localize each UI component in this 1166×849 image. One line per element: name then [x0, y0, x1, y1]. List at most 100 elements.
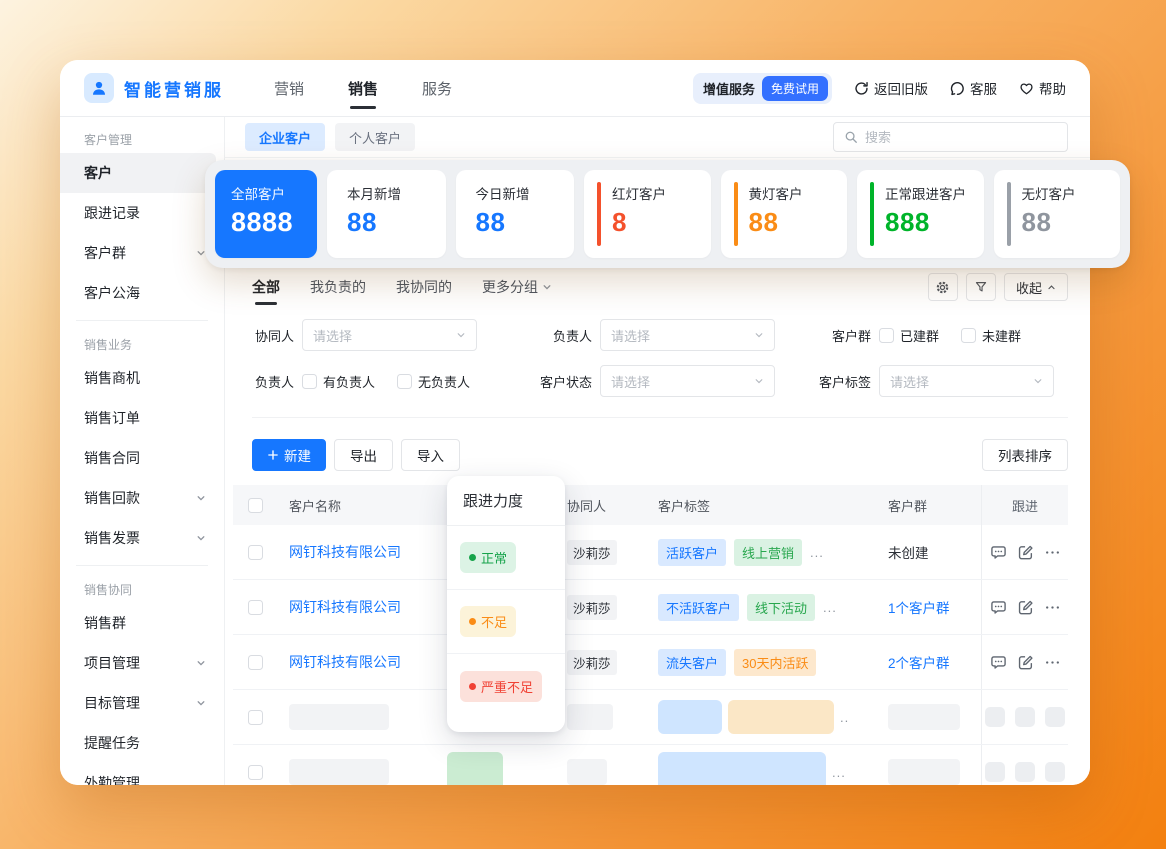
sidebar-item-sales-orders[interactable]: 销售订单: [60, 398, 224, 438]
more-tags-ellipsis: ...: [810, 545, 824, 560]
checkbox[interactable]: [879, 328, 894, 343]
customer-tag: 30天内活跃: [734, 649, 816, 676]
sidebar-item-customers[interactable]: 客户: [60, 153, 216, 193]
customer-tag-select[interactable]: 请选择: [879, 365, 1054, 397]
customer-group-link[interactable]: 1个客户群: [888, 601, 950, 616]
edit-icon[interactable]: [1017, 654, 1034, 671]
sidebar-item-sales-contracts[interactable]: 销售合同: [60, 438, 224, 478]
popup-option-severely-insufficient[interactable]: 严重不足: [447, 654, 565, 718]
collapse-button[interactable]: 收起: [1004, 273, 1068, 301]
more-actions-icon[interactable]: [1044, 654, 1061, 671]
skeleton-block: [888, 759, 960, 785]
back-to-old-version-button[interactable]: 返回旧版: [854, 78, 928, 98]
row-checkbox[interactable]: [248, 600, 263, 615]
person-icon: [90, 79, 108, 97]
settings-button[interactable]: [928, 273, 958, 301]
comment-icon[interactable]: [990, 654, 1007, 671]
header-customer-group: 客户群: [863, 496, 981, 515]
comment-icon[interactable]: [990, 599, 1007, 616]
sidebar-divider: [76, 565, 208, 566]
create-button[interactable]: 新建: [252, 439, 326, 471]
checkbox[interactable]: [397, 374, 412, 389]
checkbox-has-owner[interactable]: 有负责人: [302, 372, 375, 391]
row-checkbox[interactable]: [248, 765, 263, 780]
sidebar-item-sales-payments[interactable]: 销售回款: [60, 478, 224, 518]
customer-name-link[interactable]: 网钉科技有限公司: [289, 599, 401, 615]
app-header: 智能营销服 营销 销售 服务 增值服务 免费试用 返回旧版: [60, 60, 1090, 117]
app-logo: [84, 73, 114, 103]
checkbox-no-owner[interactable]: 无负责人: [397, 372, 470, 391]
filter-tab-my-responsible[interactable]: 我负责的: [310, 269, 366, 305]
chevron-down-icon: [754, 376, 764, 386]
table-header-row: 客户名称 协同人 客户标签 客户群 跟进: [233, 485, 1068, 525]
checkbox-group-not-created[interactable]: 未建群: [961, 326, 1021, 345]
stat-card-new-today[interactable]: 今日新增 88: [456, 170, 575, 258]
app-title: 智能营销服: [124, 76, 224, 101]
skeleton-block: [888, 704, 960, 730]
checkbox[interactable]: [961, 328, 976, 343]
popup-option-normal[interactable]: 正常: [447, 526, 565, 590]
sidebar-item-project-mgmt[interactable]: 项目管理: [60, 643, 224, 683]
value-added-service-label: 增值服务: [703, 79, 755, 98]
filter-tab-more-groups[interactable]: 更多分组: [482, 269, 552, 305]
filter-tabs: 全部 我负责的 我协同的 更多分组: [252, 269, 1068, 305]
nav-tab-sales[interactable]: 销售: [348, 60, 378, 117]
customer-name-link[interactable]: 网钉科技有限公司: [289, 654, 401, 670]
tab-personal-customers[interactable]: 个人客户: [335, 123, 415, 151]
row-checkbox[interactable]: [248, 655, 263, 670]
sidebar: 客户管理 客户 跟进记录 客户群 客户公海 销售业务 销售商机 销售订单 销售合…: [60, 117, 225, 785]
customer-status-select[interactable]: 请选择: [600, 365, 775, 397]
filter-tab-all[interactable]: 全部: [252, 269, 280, 305]
edit-icon[interactable]: [1017, 544, 1034, 561]
more-tags-ellipsis: ...: [832, 765, 846, 780]
customer-name-link[interactable]: 网钉科技有限公司: [289, 544, 401, 560]
owner-label: 负责人: [252, 372, 294, 391]
tab-enterprise-customers[interactable]: 企业客户: [245, 123, 325, 151]
sidebar-item-goal-mgmt[interactable]: 目标管理: [60, 683, 224, 723]
more-actions-icon[interactable]: [1044, 544, 1061, 561]
value-added-service-badge[interactable]: 增值服务 免费试用: [693, 73, 832, 104]
stat-card-yellow-light[interactable]: 黄灯客户 88: [721, 170, 848, 258]
customer-service-button[interactable]: 客服: [950, 78, 997, 98]
sidebar-item-customer-pool[interactable]: 客户公海: [60, 273, 224, 313]
stat-card-all-customers[interactable]: 全部客户 8888: [215, 170, 317, 258]
search-box[interactable]: [833, 122, 1068, 152]
edit-icon[interactable]: [1017, 599, 1034, 616]
sidebar-item-field-mgmt[interactable]: 外勤管理: [60, 763, 224, 785]
checkbox-group-created[interactable]: 已建群: [879, 326, 939, 345]
filter-button[interactable]: [966, 273, 996, 301]
sidebar-item-sales-group[interactable]: 销售群: [60, 603, 224, 643]
help-button[interactable]: 帮助: [1019, 78, 1066, 98]
export-button[interactable]: 导出: [334, 439, 393, 471]
sidebar-item-reminder-tasks[interactable]: 提醒任务: [60, 723, 224, 763]
popup-option-insufficient[interactable]: 不足: [447, 590, 565, 654]
customer-tag: 活跃客户: [658, 539, 726, 566]
customer-group-link[interactable]: 2个客户群: [888, 656, 950, 671]
row-checkbox[interactable]: [248, 710, 263, 725]
search-input[interactable]: [865, 130, 1057, 145]
stat-card-normal-followup[interactable]: 正常跟进客户 888: [857, 170, 984, 258]
checkbox[interactable]: [302, 374, 317, 389]
free-trial-button[interactable]: 免费试用: [762, 76, 828, 101]
stat-card-new-this-month[interactable]: 本月新增 88: [327, 170, 446, 258]
collaborator-select[interactable]: 请选择: [302, 319, 477, 351]
stat-card-no-light[interactable]: 无灯客户 88: [994, 170, 1121, 258]
nav-tab-marketing[interactable]: 营销: [274, 60, 304, 117]
more-actions-icon[interactable]: [1044, 599, 1061, 616]
filter-tab-my-collab[interactable]: 我协同的: [396, 269, 452, 305]
comment-icon[interactable]: [990, 544, 1007, 561]
nav-tab-service[interactable]: 服务: [422, 60, 452, 117]
status-dot: [469, 683, 476, 690]
skeleton-tag: [658, 700, 722, 734]
sidebar-item-sales-opportunities[interactable]: 销售商机: [60, 358, 224, 398]
sidebar-item-followup-records[interactable]: 跟进记录: [60, 193, 224, 233]
stat-card-red-light[interactable]: 红灯客户 8: [584, 170, 711, 258]
row-checkbox[interactable]: [248, 545, 263, 560]
owner-select[interactable]: 请选择: [600, 319, 775, 351]
select-all-checkbox[interactable]: [248, 498, 263, 513]
sidebar-item-customer-groups[interactable]: 客户群: [60, 233, 224, 273]
more-tags-ellipsis: ..: [840, 710, 849, 725]
sidebar-item-sales-invoices[interactable]: 销售发票: [60, 518, 224, 558]
import-button[interactable]: 导入: [401, 439, 460, 471]
list-sort-button[interactable]: 列表排序: [982, 439, 1068, 471]
